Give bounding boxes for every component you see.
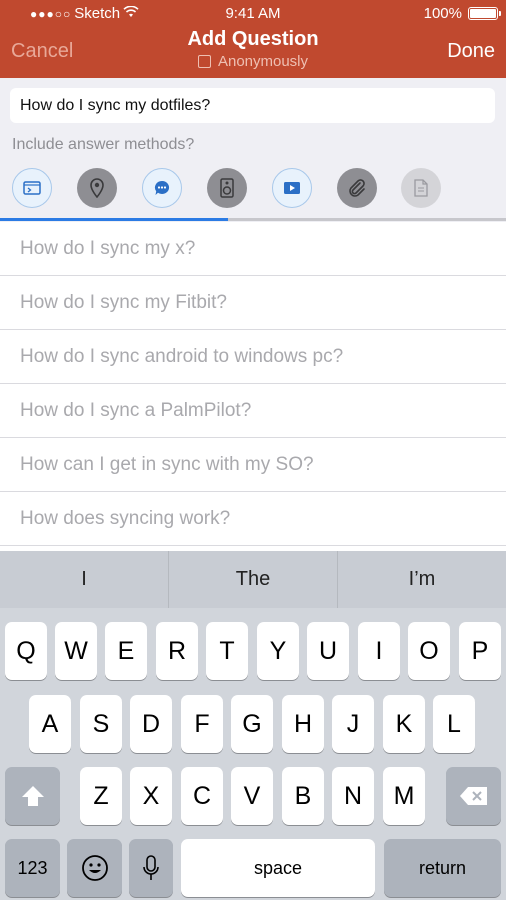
list-item[interactable]: How do I sync my Fitbit? <box>0 276 506 330</box>
chat-bubble-icon[interactable] <box>142 168 182 208</box>
key-h[interactable]: H <box>282 695 324 753</box>
question-input[interactable]: How do I sync my dotfiles? <box>10 88 495 123</box>
prediction-item[interactable]: The <box>169 551 338 608</box>
page-title: Add Question <box>187 28 319 50</box>
delete-key[interactable] <box>446 767 501 825</box>
answer-methods <box>12 168 506 208</box>
shift-key[interactable] <box>5 767 60 825</box>
speaker-icon[interactable] <box>207 168 247 208</box>
key-d[interactable]: D <box>130 695 172 753</box>
key-n[interactable]: N <box>332 767 374 825</box>
key-o[interactable]: O <box>408 622 450 680</box>
key-s[interactable]: S <box>80 695 122 753</box>
progress-bar <box>0 218 506 221</box>
location-pin-icon[interactable] <box>77 168 117 208</box>
done-button[interactable]: Done <box>447 40 495 63</box>
numbers-key[interactable]: 123 <box>5 839 60 897</box>
checkbox-icon[interactable] <box>197 55 211 68</box>
emoji-key[interactable] <box>67 839 122 897</box>
key-f[interactable]: F <box>181 695 223 753</box>
suggestion-list: How do I sync my x? How do I sync my Fit… <box>0 222 506 546</box>
list-item[interactable]: How can I get in sync with my SO? <box>0 438 506 492</box>
key-k[interactable]: K <box>383 695 425 753</box>
battery-icon <box>468 7 501 20</box>
list-item[interactable]: How do I sync a PalmPilot? <box>0 384 506 438</box>
key-z[interactable]: Z <box>80 767 122 825</box>
paperclip-icon[interactable] <box>337 168 377 208</box>
shift-arrow-icon <box>21 786 44 806</box>
list-item[interactable]: How do I sync my x? <box>0 222 506 276</box>
list-item[interactable]: How does syncing work? <box>0 492 506 546</box>
key-r[interactable]: R <box>156 622 198 680</box>
return-key[interactable]: return <box>384 839 501 897</box>
prediction-bar: I The I’m <box>0 551 506 608</box>
key-x[interactable]: X <box>130 767 172 825</box>
progress-fill <box>0 218 228 221</box>
key-y[interactable]: Y <box>257 622 299 680</box>
key-g[interactable]: G <box>231 695 273 753</box>
anonymous-label: Anonymously <box>217 53 309 70</box>
key-e[interactable]: E <box>105 622 147 680</box>
key-p[interactable]: P <box>459 622 501 680</box>
question-panel: How do I sync my dotfiles? Include answe… <box>0 78 506 222</box>
microphone-key[interactable] <box>129 839 173 897</box>
key-a[interactable]: A <box>29 695 71 753</box>
video-play-icon[interactable] <box>272 168 312 208</box>
key-j[interactable]: J <box>332 695 374 753</box>
prediction-item[interactable]: I <box>0 551 169 608</box>
anonymous-toggle[interactable]: Anonymously <box>0 53 506 70</box>
space-key[interactable]: space <box>181 839 375 897</box>
terminal-icon[interactable] <box>12 168 52 208</box>
key-l[interactable]: L <box>433 695 475 753</box>
keyboard: I The I’m Q W E R T Y U I O P A S D F G … <box>0 551 506 900</box>
key-b[interactable]: B <box>282 767 324 825</box>
key-i[interactable]: I <box>358 622 400 680</box>
emoji-icon <box>81 855 108 881</box>
key-q[interactable]: Q <box>5 622 47 680</box>
battery-percent: 100% <box>423 5 462 22</box>
prediction-item[interactable]: I’m <box>338 551 506 608</box>
backspace-icon <box>459 787 487 805</box>
key-v[interactable]: V <box>231 767 273 825</box>
key-u[interactable]: U <box>307 622 349 680</box>
status-bar: ●●●○○ Sketch 9:41 AM 100% <box>0 3 506 23</box>
key-w[interactable]: W <box>55 622 97 680</box>
key-c[interactable]: C <box>181 767 223 825</box>
key-m[interactable]: M <box>383 767 425 825</box>
microphone-icon <box>143 855 159 880</box>
methods-label: Include answer methods? <box>12 136 195 153</box>
key-t[interactable]: T <box>206 622 248 680</box>
document-icon[interactable] <box>401 168 441 208</box>
nav-bar: ●●●○○ Sketch 9:41 AM 100% Cancel Add Que… <box>0 0 506 78</box>
list-item[interactable]: How do I sync android to windows pc? <box>0 330 506 384</box>
